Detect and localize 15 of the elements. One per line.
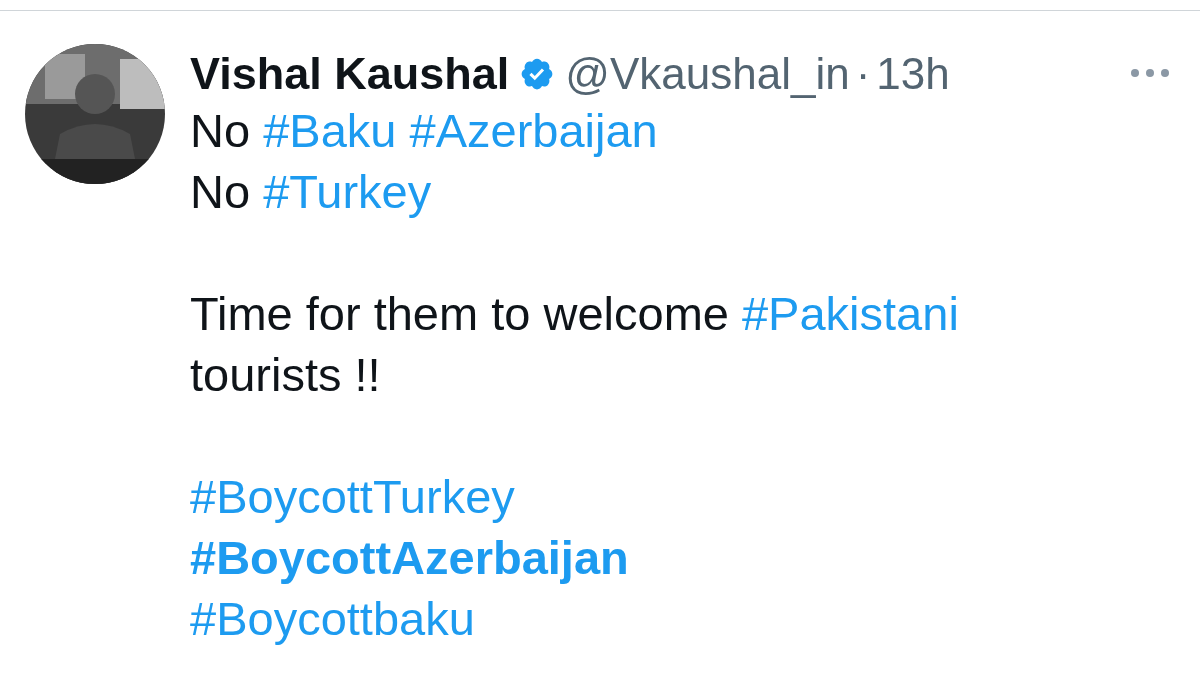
tweet-text: No #Baku #Azerbaijan — [190, 103, 659, 159]
hashtag-link[interactable]: #Azerbaijan — [409, 104, 658, 157]
separator-dot: · — [855, 49, 871, 99]
hashtag-link[interactable]: #Boycottbaku — [190, 592, 475, 645]
post-time[interactable]: 13h — [876, 49, 950, 99]
tweet-text: Time for them to welcome #Pakistani tourists !! — [190, 286, 960, 403]
tweet-text: No #Turkey — [190, 164, 433, 220]
author-name[interactable]: Vishal Kaushal — [190, 48, 510, 100]
hashtag-link[interactable]: #BoycottAzerbaijan — [190, 531, 629, 584]
more-options-icon[interactable] — [1130, 68, 1170, 78]
hashtag-link[interactable]: #Baku — [263, 104, 397, 157]
hashtag-link[interactable]: #Pakistani — [742, 287, 959, 340]
hashtag-link[interactable]: #BoycottTurkey — [190, 470, 515, 523]
hashtag-link[interactable]: #Turkey — [263, 165, 432, 218]
author-handle[interactable]: @Vkaushal_in — [565, 49, 850, 99]
